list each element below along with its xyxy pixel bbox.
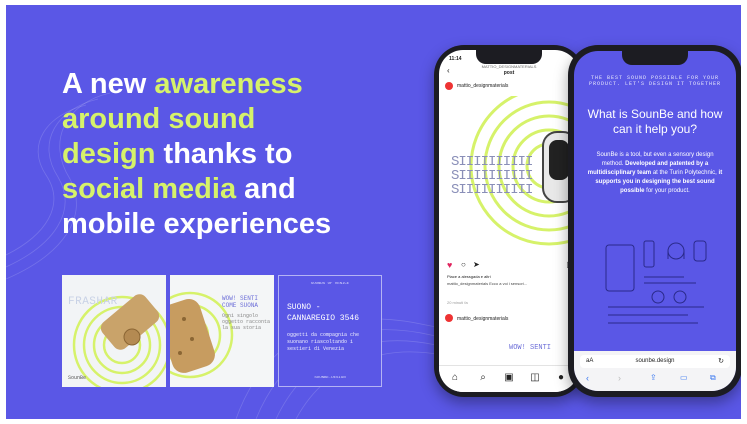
post-art-text: WOW! SENTI	[509, 344, 552, 352]
sounbe-screen: THE BEST SOUND POSSIBLE FOR YOUR PRODUCT…	[574, 51, 736, 391]
heart-icon[interactable]: ♥	[447, 260, 452, 270]
share-icon[interactable]: ⇪	[650, 373, 657, 382]
thumbnail-title: SUONO - CANNAREGIO 3546	[287, 303, 360, 323]
chevron-right-icon[interactable]: ›	[618, 373, 621, 383]
post-username[interactable]: mattio_designmaterials	[457, 83, 508, 89]
thumbnail-frashar[interactable]: FRASHAR SounBe	[62, 275, 166, 387]
headline-accent: awareness	[154, 68, 303, 100]
post-art-text: SIIIIIIIIII SIIIIIIIIII SIIIIIIIIII	[451, 154, 533, 198]
share-icon[interactable]: ➤	[473, 260, 480, 269]
post-username[interactable]: mattio_designmaterials	[457, 316, 508, 322]
shop-icon[interactable]: ◫	[529, 372, 541, 384]
thumbnail-wow-senti[interactable]: WOW! SENTI COME SUONA Ogni singolo ogget…	[170, 275, 274, 387]
green-swirl-graphic	[72, 294, 166, 387]
phone-sounbe-site: THE BEST SOUND POSSIBLE FOR YOUR PRODUCT…	[568, 45, 741, 397]
headline: A new awareness around sound design than…	[62, 67, 402, 242]
account-header: MATTIO_DESIGNMATERIALS	[481, 64, 537, 69]
address-bar[interactable]: aA sounbe.design ↻	[580, 355, 730, 368]
thumbnail-cannaregio[interactable]: SOUNDS OF VENICE SUONO - CANNAREGIO 3546…	[278, 275, 382, 387]
thumbnail-caption: SounBe	[68, 375, 87, 381]
cork-graphic	[170, 291, 234, 379]
comment-icon[interactable]: ○	[461, 260, 466, 269]
post-time: 20 minuti fa	[447, 300, 468, 305]
browser-nav: ‹ › ⇪ ▭ ⧉	[574, 373, 736, 387]
headline-accent: design	[62, 138, 156, 170]
instagram-screen: 11:14 ‹ MATTIO_DESIGNMATERIALS post matt…	[439, 50, 579, 392]
url-text: sounbe.design	[635, 358, 675, 364]
search-icon[interactable]: ⌕	[477, 372, 489, 384]
home-icon[interactable]: ⌂	[449, 372, 461, 384]
instagram-bottom-nav: ⌂ ⌕ ▣ ◫ ●	[439, 365, 579, 392]
tabs-icon[interactable]: ⧉	[710, 373, 716, 383]
phone-notch	[476, 50, 542, 64]
post-caption: mattio_designmaterials Ecco a voi i sens…	[447, 281, 528, 286]
reload-icon[interactable]: ↻	[718, 357, 724, 365]
site-body: SounBe is a tool, but even a sensory des…	[587, 152, 723, 194]
browser-toolbar: aA sounbe.design ↻ ‹ › ⇪ ▭ ⧉	[574, 351, 736, 391]
book-icon[interactable]: ▭	[680, 373, 688, 382]
site-title: What is SounBe and how can it help you?	[587, 107, 723, 136]
thumbnail-body: oggetti da compagnia che suonano riascol…	[287, 332, 360, 352]
status-time: 11:14	[449, 56, 462, 62]
slide: A new awareness around sound design than…	[6, 5, 741, 419]
headline-text: A new	[62, 68, 147, 100]
headline-accent: around sound	[62, 103, 256, 135]
phone-instagram: 11:14 ‹ MATTIO_DESIGNMATERIALS post matt…	[434, 45, 584, 397]
thumbnail-title: WOW! SENTI COME SUONA	[222, 295, 259, 309]
site-tagline: THE BEST SOUND POSSIBLE FOR YOUR PRODUCT…	[588, 75, 722, 87]
avatar[interactable]	[445, 314, 453, 322]
headline-accent: social media	[62, 173, 237, 205]
avatar[interactable]: ●	[555, 372, 567, 384]
thumbnail-footer: SOUNBE.DESIGN	[314, 376, 346, 380]
post-label: post	[503, 70, 515, 76]
headline-text: thanks to	[163, 138, 293, 170]
thumbnail-title: FRASHAR	[68, 296, 118, 308]
thumbnail-header: SOUNDS OF VENICE	[310, 282, 350, 286]
chevron-left-icon[interactable]: ‹	[586, 373, 589, 383]
likes-text: Piace a alessgada e altri	[447, 274, 491, 279]
phone-notch	[622, 51, 688, 65]
headline-text: and	[244, 173, 296, 205]
tools-illustration	[605, 240, 707, 324]
thumbnail-caption: Ogni singolo oggetto racconta la sua sto…	[222, 313, 271, 331]
reels-icon[interactable]: ▣	[503, 372, 515, 384]
headline-text: mobile experiences	[62, 208, 332, 240]
avatar[interactable]	[445, 82, 453, 90]
